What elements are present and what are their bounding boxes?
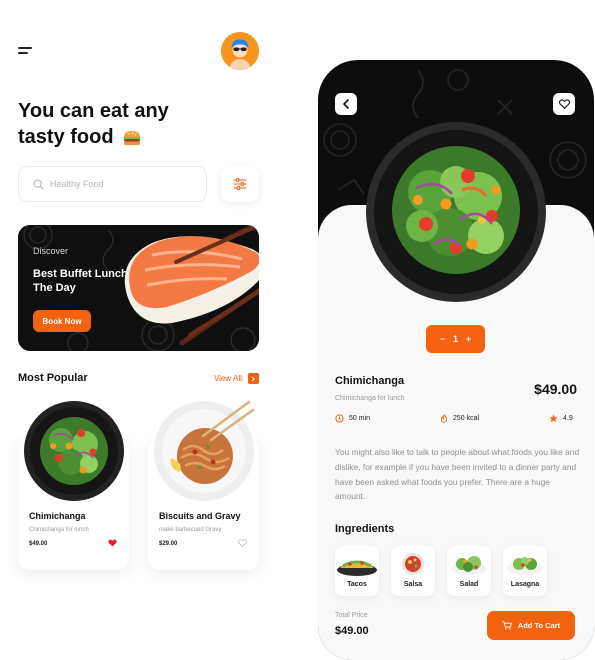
salsa-image — [402, 553, 424, 575]
increase-quantity-button[interactable]: + — [466, 334, 471, 344]
ingredient-salsa[interactable]: Salsa — [391, 546, 435, 596]
popular-card-chimichanga[interactable]: Chimichanga Chimichanga for lunch $49.00 — [18, 398, 129, 570]
headline-line-1: You can eat any — [18, 100, 169, 122]
decrease-quantity-button[interactable]: − — [440, 334, 445, 344]
card-price: $29.00 — [159, 541, 178, 547]
calories-value: 250 kcal — [453, 415, 480, 422]
popular-card-biscuits[interactable]: Biscuits and Gravy make barbecued Gravy … — [148, 398, 259, 570]
ingredient-label: Salsa — [403, 581, 423, 588]
card-title: Chimichanga — [29, 511, 86, 521]
fire-icon — [440, 414, 448, 423]
sushi-chopsticks-image — [124, 225, 259, 345]
ingredient-lasagna[interactable]: Lasagna — [503, 546, 547, 596]
card-price: $49.00 — [29, 541, 48, 547]
back-arrow-icon — [342, 99, 349, 109]
star-icon — [549, 414, 558, 423]
page-title: You can eat any tasty food — [18, 98, 218, 150]
tacos-image — [337, 560, 377, 576]
ingredient-label: Lasagna — [510, 581, 540, 588]
avatar[interactable] — [221, 32, 259, 70]
heart-icon[interactable] — [108, 539, 117, 547]
ingredient-label: Tacos — [347, 581, 367, 588]
ingredients-title: Ingredients — [335, 523, 395, 535]
dish-description: You might also like to talk to people ab… — [335, 447, 580, 502]
filter-button[interactable] — [221, 166, 259, 202]
heart-icon[interactable] — [238, 539, 247, 547]
cart-icon — [502, 621, 512, 630]
cook-time: 50 min — [335, 414, 370, 423]
back-button[interactable] — [335, 93, 357, 115]
filter-icon — [233, 178, 247, 190]
detail-screen: − 1 + Chimichanga Chimichanga for lunch … — [318, 60, 594, 660]
promo-banner[interactable]: Discover Best Buffet Lunch Of The Day Bo… — [18, 225, 259, 351]
dish-subtitle: Chimichanga for lunch — [335, 395, 405, 402]
dish-title: Chimichanga — [335, 375, 405, 387]
total-price-label: Total Price — [335, 612, 368, 619]
card-subtitle: Chimichanga for lunch — [29, 527, 89, 533]
search-icon — [33, 178, 44, 190]
ingredient-tacos[interactable]: Tacos — [335, 546, 379, 596]
total-price-value: $49.00 — [335, 625, 369, 637]
rating: 4.9 — [549, 414, 573, 423]
add-to-cart-button[interactable]: Add To Cart — [487, 611, 575, 640]
ingredient-label: Salad — [459, 581, 479, 588]
headline-line-2-text: tasty food — [18, 126, 114, 148]
most-popular-title: Most Popular — [18, 372, 88, 384]
view-all-link[interactable]: View All — [214, 373, 259, 384]
calories: 250 kcal — [440, 414, 479, 423]
burger-icon — [123, 131, 141, 145]
quantity-stepper: − 1 + — [426, 325, 485, 353]
heart-icon — [558, 99, 570, 109]
salad-plate-image — [24, 401, 124, 501]
book-now-button[interactable]: Book Now — [33, 310, 91, 332]
clock-icon — [335, 414, 344, 423]
rating-value: 4.9 — [563, 415, 573, 422]
menu-icon[interactable] — [18, 46, 34, 56]
card-subtitle: make barbecued Gravy — [159, 527, 222, 533]
cook-time-value: 50 min — [349, 415, 371, 422]
ingredient-salad[interactable]: Salad — [447, 546, 491, 596]
card-title: Biscuits and Gravy — [159, 511, 241, 521]
banner-eyebrow: Discover — [33, 246, 69, 256]
noodle-plate-image — [154, 400, 255, 501]
view-all-label: View All — [214, 374, 242, 383]
favorite-button[interactable] — [553, 93, 575, 115]
search-input[interactable] — [50, 179, 190, 189]
headline-line-2: tasty food — [18, 124, 218, 150]
search-box — [18, 166, 207, 202]
quantity-value: 1 — [452, 334, 458, 344]
add-to-cart-label: Add To Cart — [517, 621, 561, 630]
lasagna-image — [507, 557, 543, 575]
arrow-right-icon — [247, 373, 259, 384]
home-screen: You can eat any tasty food Healthy Food … — [0, 0, 280, 660]
salad-plate-image — [366, 122, 546, 302]
salad-image — [451, 556, 487, 575]
dish-price: $49.00 — [534, 381, 577, 397]
